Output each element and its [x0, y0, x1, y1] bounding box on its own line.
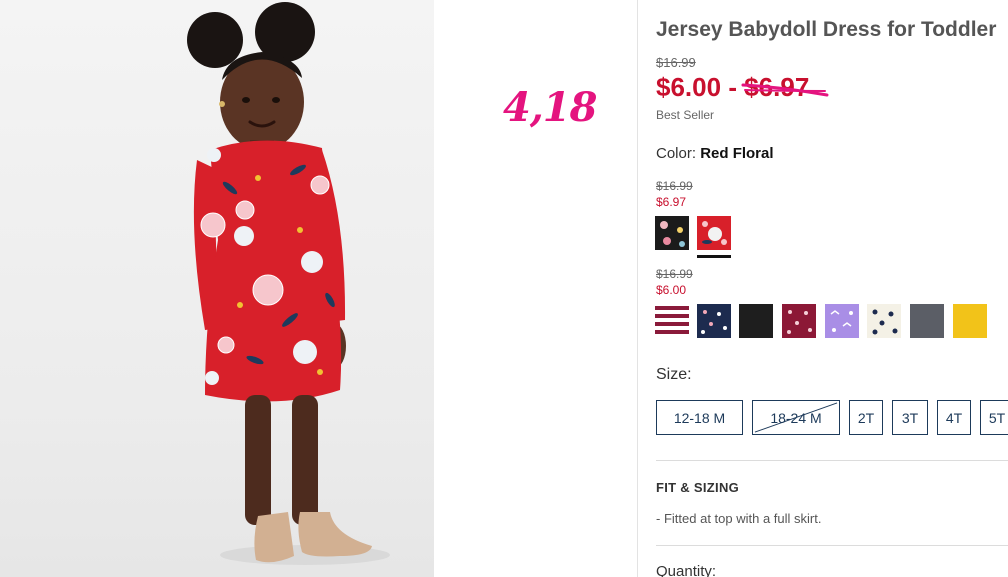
burgundy-dot-pattern — [782, 304, 816, 338]
stripe-pattern — [655, 304, 689, 338]
size-option-label: 2T — [857, 409, 875, 426]
swatch-red-floral[interactable] — [697, 216, 731, 250]
divider — [656, 545, 1008, 546]
swatch-black[interactable] — [739, 304, 773, 338]
fit-sizing-heading[interactable]: FIT & SIZING — [656, 480, 739, 495]
size-option-12-18m[interactable]: 12-18 M — [656, 400, 743, 435]
pink-strikethrough-mark — [741, 83, 829, 97]
fit-sizing-text: Fitted at top with a full skirt. — [663, 511, 822, 526]
swatch-group-1-sale-price: $6.97 — [656, 195, 687, 209]
handwritten-annotation: 4,18 — [503, 84, 597, 131]
swatch-lavender-print[interactable] — [825, 304, 859, 338]
swatch-cream-navy-dot[interactable] — [867, 304, 901, 338]
cream-dot-pattern — [867, 304, 901, 338]
color-value: Red Floral — [700, 145, 774, 162]
sale-price-range: $6.00 - $6.97 — [656, 72, 829, 103]
price-separator: - — [728, 72, 737, 102]
size-option-label: 12-18 M — [673, 409, 726, 426]
quantity-label: Quantity: — [656, 563, 717, 577]
sale-price-low: $6.00 — [656, 72, 722, 102]
unavailable-slash-icon — [754, 402, 838, 433]
size-option-label: 3T — [901, 409, 919, 426]
swatch-navy-floral[interactable] — [697, 304, 731, 338]
selected-swatch-indicator — [697, 255, 731, 258]
swatch-burgundy-dot[interactable] — [782, 304, 816, 338]
navy-floral-pattern — [697, 304, 731, 338]
swatch-group-2-original-price: $16.99 — [656, 267, 693, 281]
divider — [656, 460, 1008, 461]
swatch-burgundy-white-stripe[interactable] — [655, 304, 689, 338]
swatch-group-2-sale-price: $6.00 — [656, 283, 687, 297]
original-price: $16.99 — [656, 55, 696, 70]
product-title: Jersey Babydoll Dress for Toddler — [656, 18, 997, 41]
color-selection-label: Color: Red Floral — [656, 145, 774, 162]
fit-sizing-item: - Fitted at top with a full skirt. — [656, 511, 821, 526]
size-option-18-24m-unavailable[interactable]: 18-24 M — [752, 400, 840, 435]
swatch-black-floral[interactable] — [655, 216, 689, 250]
toddler-in-red-floral-dress-illustration — [187, 2, 390, 565]
product-image[interactable] — [0, 0, 434, 577]
size-option-4t[interactable]: 4T — [937, 400, 971, 435]
size-option-label: 5T — [988, 409, 1006, 426]
red-floral-pattern — [697, 216, 731, 250]
swatch-group-1-original-price: $16.99 — [656, 179, 693, 193]
size-option-5t[interactable]: 5T — [980, 400, 1008, 435]
swatch-yellow[interactable] — [953, 304, 987, 338]
size-label: Size: — [656, 366, 692, 383]
bullet-dash: - — [656, 511, 661, 526]
color-label: Color: — [656, 145, 697, 162]
swatch-charcoal[interactable] — [910, 304, 944, 338]
black-floral-pattern — [655, 216, 689, 250]
size-option-2t[interactable]: 2T — [849, 400, 883, 435]
size-option-3t[interactable]: 3T — [892, 400, 928, 435]
product-details-panel: Jersey Babydoll Dress for Toddler $16.99… — [637, 0, 1008, 577]
lavender-print-pattern — [825, 304, 859, 338]
best-seller-badge: Best Seller — [656, 108, 715, 122]
size-option-label: 4T — [945, 409, 963, 426]
